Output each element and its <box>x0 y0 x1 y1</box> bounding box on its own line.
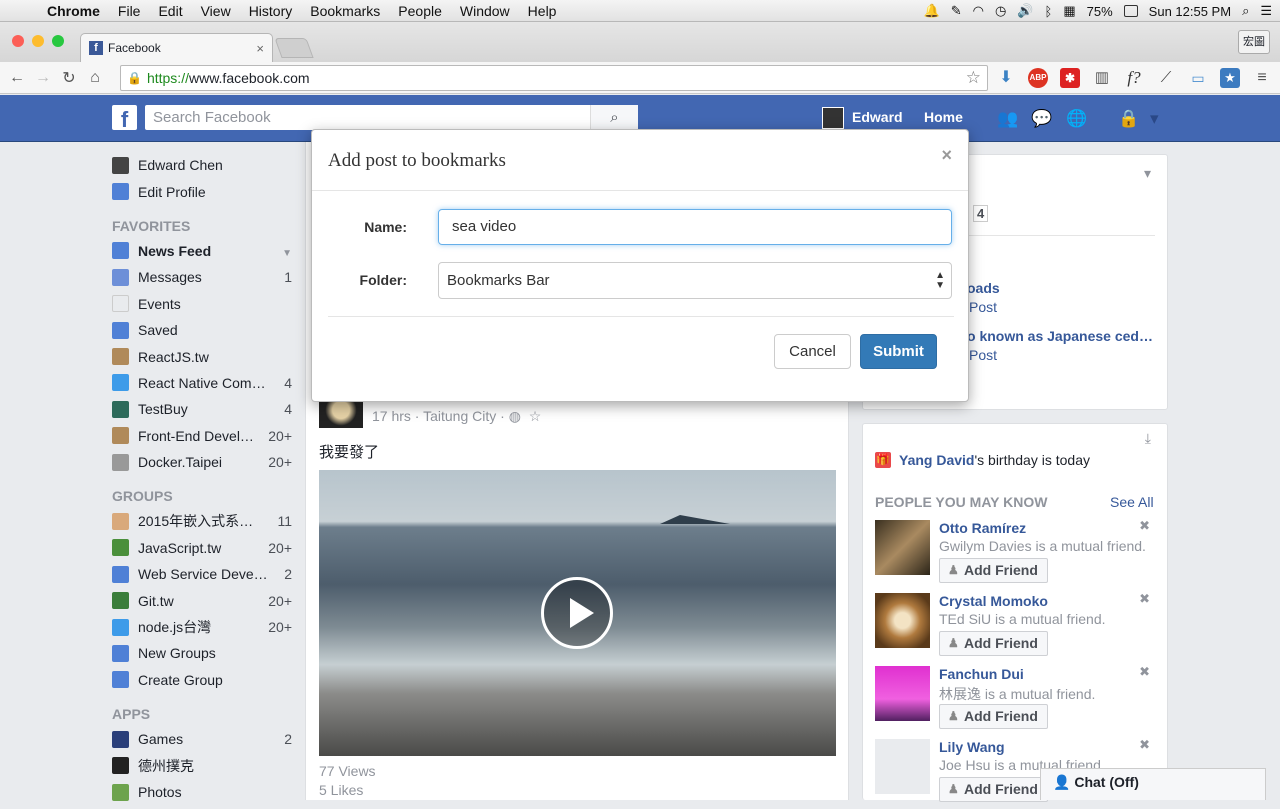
menu-view[interactable]: View <box>192 3 240 19</box>
font-finder-icon[interactable]: f? <box>1124 68 1144 88</box>
new-tab-button[interactable] <box>274 38 314 58</box>
reload-icon[interactable]: ↻ <box>56 68 82 88</box>
adblock-icon[interactable]: ABP <box>1028 68 1048 88</box>
menu-app-name[interactable]: Chrome <box>38 3 109 19</box>
dialog-footer-divider <box>328 316 954 317</box>
select-arrows-icon: ▲ ▼ <box>935 270 945 291</box>
clock[interactable]: Sun 12:55 PM <box>1149 4 1231 19</box>
profile-button[interactable]: 宏圖 <box>1238 30 1270 54</box>
menu-file[interactable]: File <box>109 3 150 19</box>
folder-select[interactable]: Bookmarks Bar ▲ ▼ <box>438 262 952 299</box>
menu-people[interactable]: People <box>389 3 451 19</box>
search-input[interactable]: Search Facebook ⌕ <box>145 105 638 130</box>
tools-extension-icon[interactable]: ⟋ <box>1156 68 1176 88</box>
tab-bar: f Facebook × 宏圖 <box>0 22 1280 62</box>
battery-icon[interactable] <box>1123 5 1138 17</box>
submit-button[interactable]: Submit <box>860 334 937 369</box>
url-host: www.facebook.com <box>188 70 310 86</box>
dialog-title: Add post to bookmarks <box>328 150 506 171</box>
header-home-link[interactable]: Home <box>924 109 963 125</box>
back-icon[interactable]: ← <box>4 69 30 87</box>
tab-facebook[interactable]: f Facebook × <box>80 33 273 62</box>
minimize-window-icon[interactable] <box>32 35 44 47</box>
browser-toolbar: ← → ↻ ⌂ 🔒 https:// www.facebook.com ☆ ⬇ … <box>0 62 1280 94</box>
volume-icon[interactable]: 🔊 <box>1017 3 1033 19</box>
bluetooth-icon[interactable]: ᛒ <box>1045 4 1053 19</box>
battery-percent: 75% <box>1086 3 1113 19</box>
menu-help[interactable]: Help <box>519 3 566 19</box>
menu-window[interactable]: Window <box>451 3 519 19</box>
header-avatar[interactable] <box>822 107 844 129</box>
zoom-window-icon[interactable] <box>52 35 64 47</box>
menu-list-icon[interactable]: ☰ <box>1260 3 1272 19</box>
bookmark-star-icon[interactable]: ☆ <box>966 68 981 88</box>
privacy-shortcuts-icon[interactable]: 🔒 <box>1118 109 1140 128</box>
bookmark-name-input[interactable]: sea video <box>438 209 952 245</box>
folder-extension-icon[interactable]: ▭ <box>1188 68 1208 88</box>
facebook-logo-icon[interactable]: f <box>112 105 137 132</box>
reader-extension-icon[interactable]: ▥ <box>1092 68 1112 88</box>
cancel-button[interactable]: Cancel <box>774 334 851 369</box>
search-placeholder: Search Facebook <box>153 109 271 126</box>
lock-icon: 🔒 <box>127 71 142 85</box>
url-scheme: https:// <box>146 70 189 86</box>
messages-icon[interactable]: 💬 <box>1031 109 1053 128</box>
close-icon[interactable]: × <box>941 145 952 166</box>
tab-title: Facebook <box>108 41 161 55</box>
star-extension-icon[interactable]: ★ <box>1220 68 1240 88</box>
chrome-menu-icon[interactable]: ≡ <box>1252 68 1272 88</box>
notifications-globe-icon[interactable]: 🌐 <box>1066 109 1088 128</box>
close-tab-icon[interactable]: × <box>256 41 264 56</box>
dialog-divider <box>312 190 968 191</box>
window-controls <box>12 35 64 47</box>
address-bar[interactable]: 🔒 https:// www.facebook.com ☆ <box>120 65 988 91</box>
facebook-favicon-icon: f <box>89 41 103 55</box>
close-window-icon[interactable] <box>12 35 24 47</box>
download-extension-icon[interactable]: ⬇ <box>996 68 1016 88</box>
search-icon[interactable]: ⌕ <box>590 105 638 130</box>
name-label: Name: <box>364 219 407 235</box>
forward-icon[interactable]: → <box>30 69 56 87</box>
header-profile-link[interactable]: Edward <box>852 109 903 125</box>
menu-bookmarks[interactable]: Bookmarks <box>301 3 389 19</box>
home-icon[interactable]: ⌂ <box>82 69 108 87</box>
account-dropdown-icon[interactable]: ▾ <box>1150 109 1172 128</box>
menu-history[interactable]: History <box>240 3 302 19</box>
folder-selected-value: Bookmarks Bar <box>447 272 550 289</box>
notes-icon[interactable]: ✎ <box>951 3 962 19</box>
spotlight-search-icon[interactable]: ⌕ <box>1242 3 1249 19</box>
time-machine-icon[interactable]: ◷ <box>995 3 1006 19</box>
mac-menubar: Chrome File Edit View History Bookmarks … <box>0 0 1280 22</box>
friend-requests-icon[interactable]: 👥 <box>997 109 1019 128</box>
flag-icon[interactable]: ▦ <box>1063 3 1075 19</box>
add-bookmark-dialog: Add post to bookmarks × Name: sea video … <box>311 129 969 402</box>
asterisk-extension-icon[interactable]: ✱ <box>1060 68 1080 88</box>
wifi-icon[interactable]: ◠ <box>973 3 984 19</box>
notification-bell-icon[interactable]: 🔔 <box>924 3 940 19</box>
menu-edit[interactable]: Edit <box>149 3 191 19</box>
folder-label: Folder: <box>359 272 407 288</box>
